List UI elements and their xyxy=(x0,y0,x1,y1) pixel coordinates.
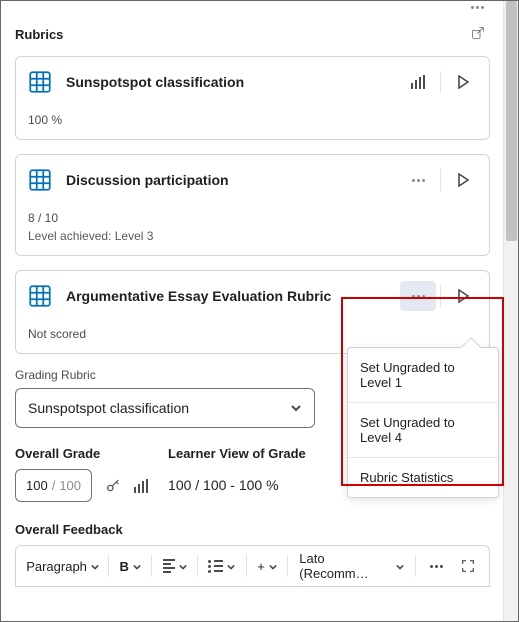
rubric-actions-menu: Set Ungraded to Level 1 Set Ungraded to … xyxy=(347,347,499,498)
separator xyxy=(197,555,198,577)
learner-view-label: Learner View of Grade xyxy=(168,446,306,461)
key-icon[interactable] xyxy=(102,475,124,497)
statistics-icon[interactable] xyxy=(400,67,436,97)
fullscreen-icon[interactable] xyxy=(453,551,483,581)
rubrics-heading: Rubrics xyxy=(15,27,63,42)
expand-icon[interactable] xyxy=(445,281,481,311)
more-icon[interactable] xyxy=(400,165,436,195)
editor-toolbar: Paragraph B xyxy=(15,545,490,587)
insert-button[interactable]: + xyxy=(252,551,283,581)
separator xyxy=(415,555,416,577)
rubric-level: Level achieved: Level 3 xyxy=(28,229,477,243)
rubric-grid-icon xyxy=(26,166,54,194)
overall-feedback-label: Overall Feedback xyxy=(15,522,490,537)
learner-view-value: 100 / 100 - 100 % xyxy=(168,469,306,493)
overall-grade-label: Overall Grade xyxy=(15,446,148,461)
separator xyxy=(440,285,441,307)
toolbar-more-button[interactable] xyxy=(421,551,451,581)
rubric-score: 100 % xyxy=(28,113,477,127)
rubric-card: Argumentative Essay Evaluation Rubric No… xyxy=(15,270,490,354)
menu-item-set-ungraded-level-1[interactable]: Set Ungraded to Level 1 xyxy=(348,348,498,402)
scrollbar-thumb[interactable] xyxy=(506,1,517,241)
separator xyxy=(440,169,441,191)
rubric-grid-icon xyxy=(26,282,54,310)
rubric-title[interactable]: Argumentative Essay Evaluation Rubric xyxy=(64,288,390,304)
separator xyxy=(108,555,109,577)
popout-icon[interactable] xyxy=(466,21,490,48)
more-icon[interactable] xyxy=(400,281,436,311)
select-value: Sunspotspot classification xyxy=(28,400,189,416)
list-button[interactable] xyxy=(203,551,241,581)
rubric-card: Sunspotspot classification 100 % xyxy=(15,56,490,140)
separator xyxy=(440,71,441,93)
menu-item-set-ungraded-level-4[interactable]: Set Ungraded to Level 4 xyxy=(348,402,498,457)
expand-icon[interactable] xyxy=(445,165,481,195)
grading-rubric-select[interactable]: Sunspotspot classification xyxy=(15,388,315,428)
expand-icon[interactable] xyxy=(445,67,481,97)
overall-grade-input[interactable]: 100 / 100 xyxy=(15,469,92,502)
rubric-score: 8 / 10 xyxy=(28,211,477,225)
separator xyxy=(246,555,247,577)
scrollbar-track[interactable] xyxy=(503,1,518,621)
rubric-title[interactable]: Discussion participation xyxy=(64,172,390,188)
align-button[interactable] xyxy=(157,551,192,581)
rubric-title[interactable]: Sunspotspot classification xyxy=(64,74,390,90)
chevron-down-icon xyxy=(290,402,302,414)
separator xyxy=(151,555,152,577)
menu-item-rubric-statistics[interactable]: Rubric Statistics xyxy=(348,457,498,497)
rubric-grid-icon xyxy=(26,68,54,96)
bold-button[interactable]: B xyxy=(114,551,146,581)
paragraph-select[interactable]: Paragraph xyxy=(22,551,103,581)
separator xyxy=(287,555,288,577)
font-select[interactable]: Lato (Recomm… xyxy=(293,551,410,581)
rubric-card: Discussion participation 8 / 10 Level ac… xyxy=(15,154,490,256)
card-more-icon[interactable] xyxy=(15,1,490,9)
statistics-icon[interactable] xyxy=(134,479,148,493)
rubric-score: Not scored xyxy=(28,327,477,341)
